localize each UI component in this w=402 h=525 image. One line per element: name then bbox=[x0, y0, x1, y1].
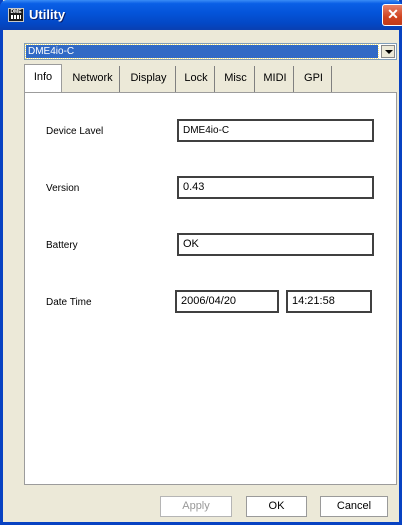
version-field: 0.43 bbox=[177, 176, 374, 199]
apply-button[interactable]: Apply bbox=[160, 496, 232, 517]
device-label-label: Device Lavel bbox=[46, 126, 104, 137]
tab-display[interactable]: Display bbox=[122, 66, 176, 92]
time-field: 14:21:58 bbox=[286, 290, 372, 313]
info-panel: Device Lavel DME4io-C Version 0.43 Batte… bbox=[24, 92, 397, 485]
tab-midi[interactable]: MIDI bbox=[257, 66, 294, 92]
battery-field: OK bbox=[177, 233, 374, 256]
tab-misc[interactable]: Misc bbox=[217, 66, 255, 92]
chevron-down-icon[interactable] bbox=[381, 45, 395, 58]
cancel-button[interactable]: Cancel bbox=[320, 496, 388, 517]
version-label: Version bbox=[46, 183, 80, 194]
battery-label: Battery bbox=[46, 240, 78, 251]
title-bar[interactable]: DME Utility ✕ bbox=[0, 0, 402, 30]
window-title: Utility bbox=[29, 7, 66, 22]
device-select[interactable]: DME4io-C bbox=[24, 43, 397, 60]
date-field: 2006/04/20 bbox=[175, 290, 279, 313]
dme-app-icon: DME bbox=[8, 8, 24, 22]
tab-gpi[interactable]: GPI bbox=[296, 66, 332, 92]
ok-button[interactable]: OK bbox=[246, 496, 307, 517]
tab-lock[interactable]: Lock bbox=[178, 66, 215, 92]
device-select-value: DME4io-C bbox=[25, 44, 379, 59]
tab-info[interactable]: Info bbox=[24, 64, 62, 92]
close-button[interactable]: ✕ bbox=[382, 4, 402, 26]
device-label-field: DME4io-C bbox=[177, 119, 374, 142]
tab-network[interactable]: Network bbox=[66, 66, 120, 92]
date-time-label: Date Time bbox=[46, 297, 92, 308]
